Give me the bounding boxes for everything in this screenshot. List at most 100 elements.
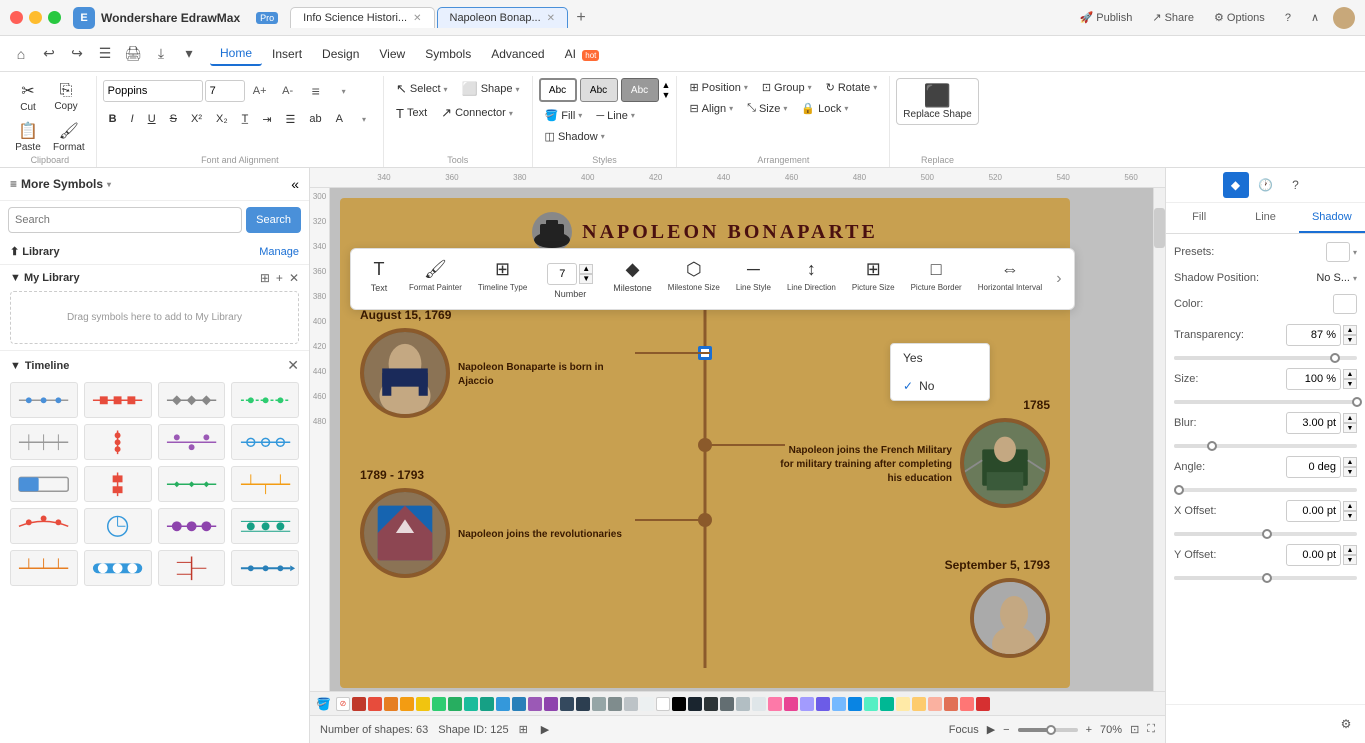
indent-button[interactable]: ⇥ — [256, 110, 277, 129]
word-wrap-button[interactable]: ab — [303, 110, 327, 128]
ft-timeline-type-button[interactable]: ⊞ Timeline Type — [472, 255, 533, 296]
minimize-button[interactable] — [29, 11, 42, 24]
blur-slider[interactable] — [1174, 444, 1357, 448]
timeline-template-17[interactable] — [10, 550, 78, 586]
manage-button[interactable]: Manage — [259, 246, 299, 258]
size-slider[interactable] — [1174, 400, 1357, 404]
timeline-template-7[interactable] — [158, 424, 226, 460]
color-light-1[interactable] — [640, 697, 654, 711]
color-bar-fill-icon[interactable]: 🪣 — [316, 697, 331, 711]
new-library-icon[interactable]: + — [276, 271, 283, 285]
ft-picture-border-button[interactable]: □ Picture Border — [905, 255, 968, 296]
color-crimson[interactable] — [976, 697, 990, 711]
italic-button[interactable]: I — [125, 110, 140, 128]
save-button[interactable]: ☰ — [92, 41, 118, 67]
size-button[interactable]: ⤡Size▾ — [741, 99, 793, 118]
transparency-input[interactable] — [1286, 324, 1341, 346]
color-red-1[interactable] — [352, 697, 366, 711]
blur-input[interactable] — [1286, 412, 1341, 434]
select-button[interactable]: ↖ Select ▾ — [390, 78, 454, 100]
group-button[interactable]: ⊡Group▾ — [756, 78, 818, 97]
color-purple-1[interactable] — [528, 697, 542, 711]
zoom-out-button[interactable]: − — [1003, 724, 1009, 736]
color-dark-4[interactable] — [704, 697, 718, 711]
tab-napoleon[interactable]: Napoleon Bonap... ✕ — [437, 7, 569, 28]
color-salmon[interactable] — [928, 697, 942, 711]
ft-text-button[interactable]: T Text — [359, 255, 399, 297]
color-transparent[interactable]: ⊘ — [336, 697, 350, 711]
redo-button[interactable]: ↪ — [64, 41, 90, 67]
fit-button[interactable]: ⊡ — [1130, 723, 1139, 736]
size-up[interactable]: ▲ — [1343, 369, 1357, 379]
color-gray-3[interactable] — [624, 697, 638, 711]
shadow-button[interactable]: ◫Shadow▾ — [539, 127, 611, 146]
ft-line-direction-button[interactable]: ↕ Line Direction — [781, 255, 842, 296]
style-swatch-2[interactable]: Abc — [580, 78, 618, 102]
tab-close-icon[interactable]: ✕ — [547, 13, 555, 24]
swatch-scroll[interactable]: ▲ ▼ — [662, 80, 671, 100]
tab-fill[interactable]: Fill — [1166, 203, 1232, 233]
timeline-template-20[interactable] — [231, 550, 299, 586]
color-orange-1[interactable] — [384, 697, 398, 711]
tab-info-science[interactable]: Info Science Histori... ✕ — [290, 7, 434, 28]
font-size-down[interactable]: A- — [275, 78, 301, 104]
subscript-button[interactable]: X₂ — [210, 110, 234, 128]
timeline-template-6[interactable] — [84, 424, 152, 460]
size-slider-thumb[interactable] — [1352, 397, 1362, 407]
paste-button[interactable]: 📋Paste — [10, 118, 46, 156]
blur-down[interactable]: ▼ — [1343, 423, 1357, 433]
search-input[interactable] — [8, 207, 242, 233]
font-family-input[interactable] — [103, 80, 203, 102]
zoom-slider[interactable] — [1018, 728, 1078, 732]
color-cream[interactable] — [896, 697, 910, 711]
options-button[interactable]: ⚙ Options — [1208, 8, 1271, 27]
timeline-close-button[interactable]: ✕ — [287, 357, 299, 374]
print-button[interactable]: 🖨 — [120, 41, 146, 67]
timeline-template-4[interactable] — [231, 382, 299, 418]
share-button[interactable]: ↗ Share — [1146, 8, 1200, 27]
play-button[interactable]: ▶ — [987, 723, 995, 736]
color-emerald[interactable] — [880, 697, 894, 711]
focus-button[interactable]: Focus — [949, 724, 979, 736]
timeline-template-13[interactable] — [10, 508, 78, 544]
color-teal-1[interactable] — [464, 697, 478, 711]
ft-line-style-button[interactable]: ─ Line Style — [730, 255, 777, 296]
angle-up[interactable]: ▲ — [1343, 457, 1357, 467]
color-indigo[interactable] — [816, 697, 830, 711]
strikethrough-button[interactable]: S — [164, 110, 183, 128]
transparency-slider-thumb[interactable] — [1330, 353, 1340, 363]
ft-format-painter-button[interactable]: 🖌 Format Painter — [403, 255, 468, 296]
x-offset-down[interactable]: ▼ — [1343, 511, 1357, 521]
angle-slider-thumb[interactable] — [1174, 485, 1184, 495]
color-gray-5[interactable] — [736, 697, 750, 711]
close-button[interactable] — [10, 11, 23, 24]
timeline-template-15[interactable] — [158, 508, 226, 544]
panel-diamond-icon[interactable]: ◆ — [1223, 172, 1249, 198]
shape-button[interactable]: ⬜ Shape ▾ — [456, 78, 526, 100]
timeline-template-10[interactable] — [84, 466, 152, 502]
x-offset-slider[interactable] — [1174, 532, 1357, 536]
menu-advanced[interactable]: Advanced — [481, 43, 554, 65]
style-swatch-1[interactable]: Abc — [539, 78, 577, 102]
help-button[interactable]: ? — [1279, 9, 1297, 27]
timeline-template-5[interactable] — [10, 424, 78, 460]
undo-button[interactable]: ↩ — [36, 41, 62, 67]
align-dropdown[interactable]: ▾ — [331, 78, 357, 104]
home-icon[interactable]: ⌂ — [8, 41, 34, 67]
color-amber[interactable] — [912, 697, 926, 711]
timeline-template-1[interactable] — [10, 382, 78, 418]
tab-close-icon[interactable]: ✕ — [413, 13, 421, 24]
dropdown-item-yes[interactable]: Yes — [891, 344, 989, 372]
clear-format-button[interactable]: T̲ — [236, 110, 255, 128]
timeline-template-2[interactable] — [84, 382, 152, 418]
settings-gear-icon[interactable]: ⚙ — [1333, 711, 1359, 737]
transparency-up[interactable]: ▲ — [1343, 325, 1357, 335]
collapse-button[interactable]: ∧ — [1305, 8, 1325, 27]
transparency-down[interactable]: ▼ — [1343, 335, 1357, 345]
zoom-in-button[interactable]: + — [1086, 724, 1092, 736]
format-painter-button[interactable]: 🖌Format — [48, 118, 90, 156]
ft-horizontal-interval-button[interactable]: ⇔ Horizontal Interval — [972, 255, 1048, 296]
timeline-template-12[interactable] — [231, 466, 299, 502]
new-tab-button[interactable]: + — [570, 7, 592, 29]
y-offset-up[interactable]: ▲ — [1343, 545, 1357, 555]
